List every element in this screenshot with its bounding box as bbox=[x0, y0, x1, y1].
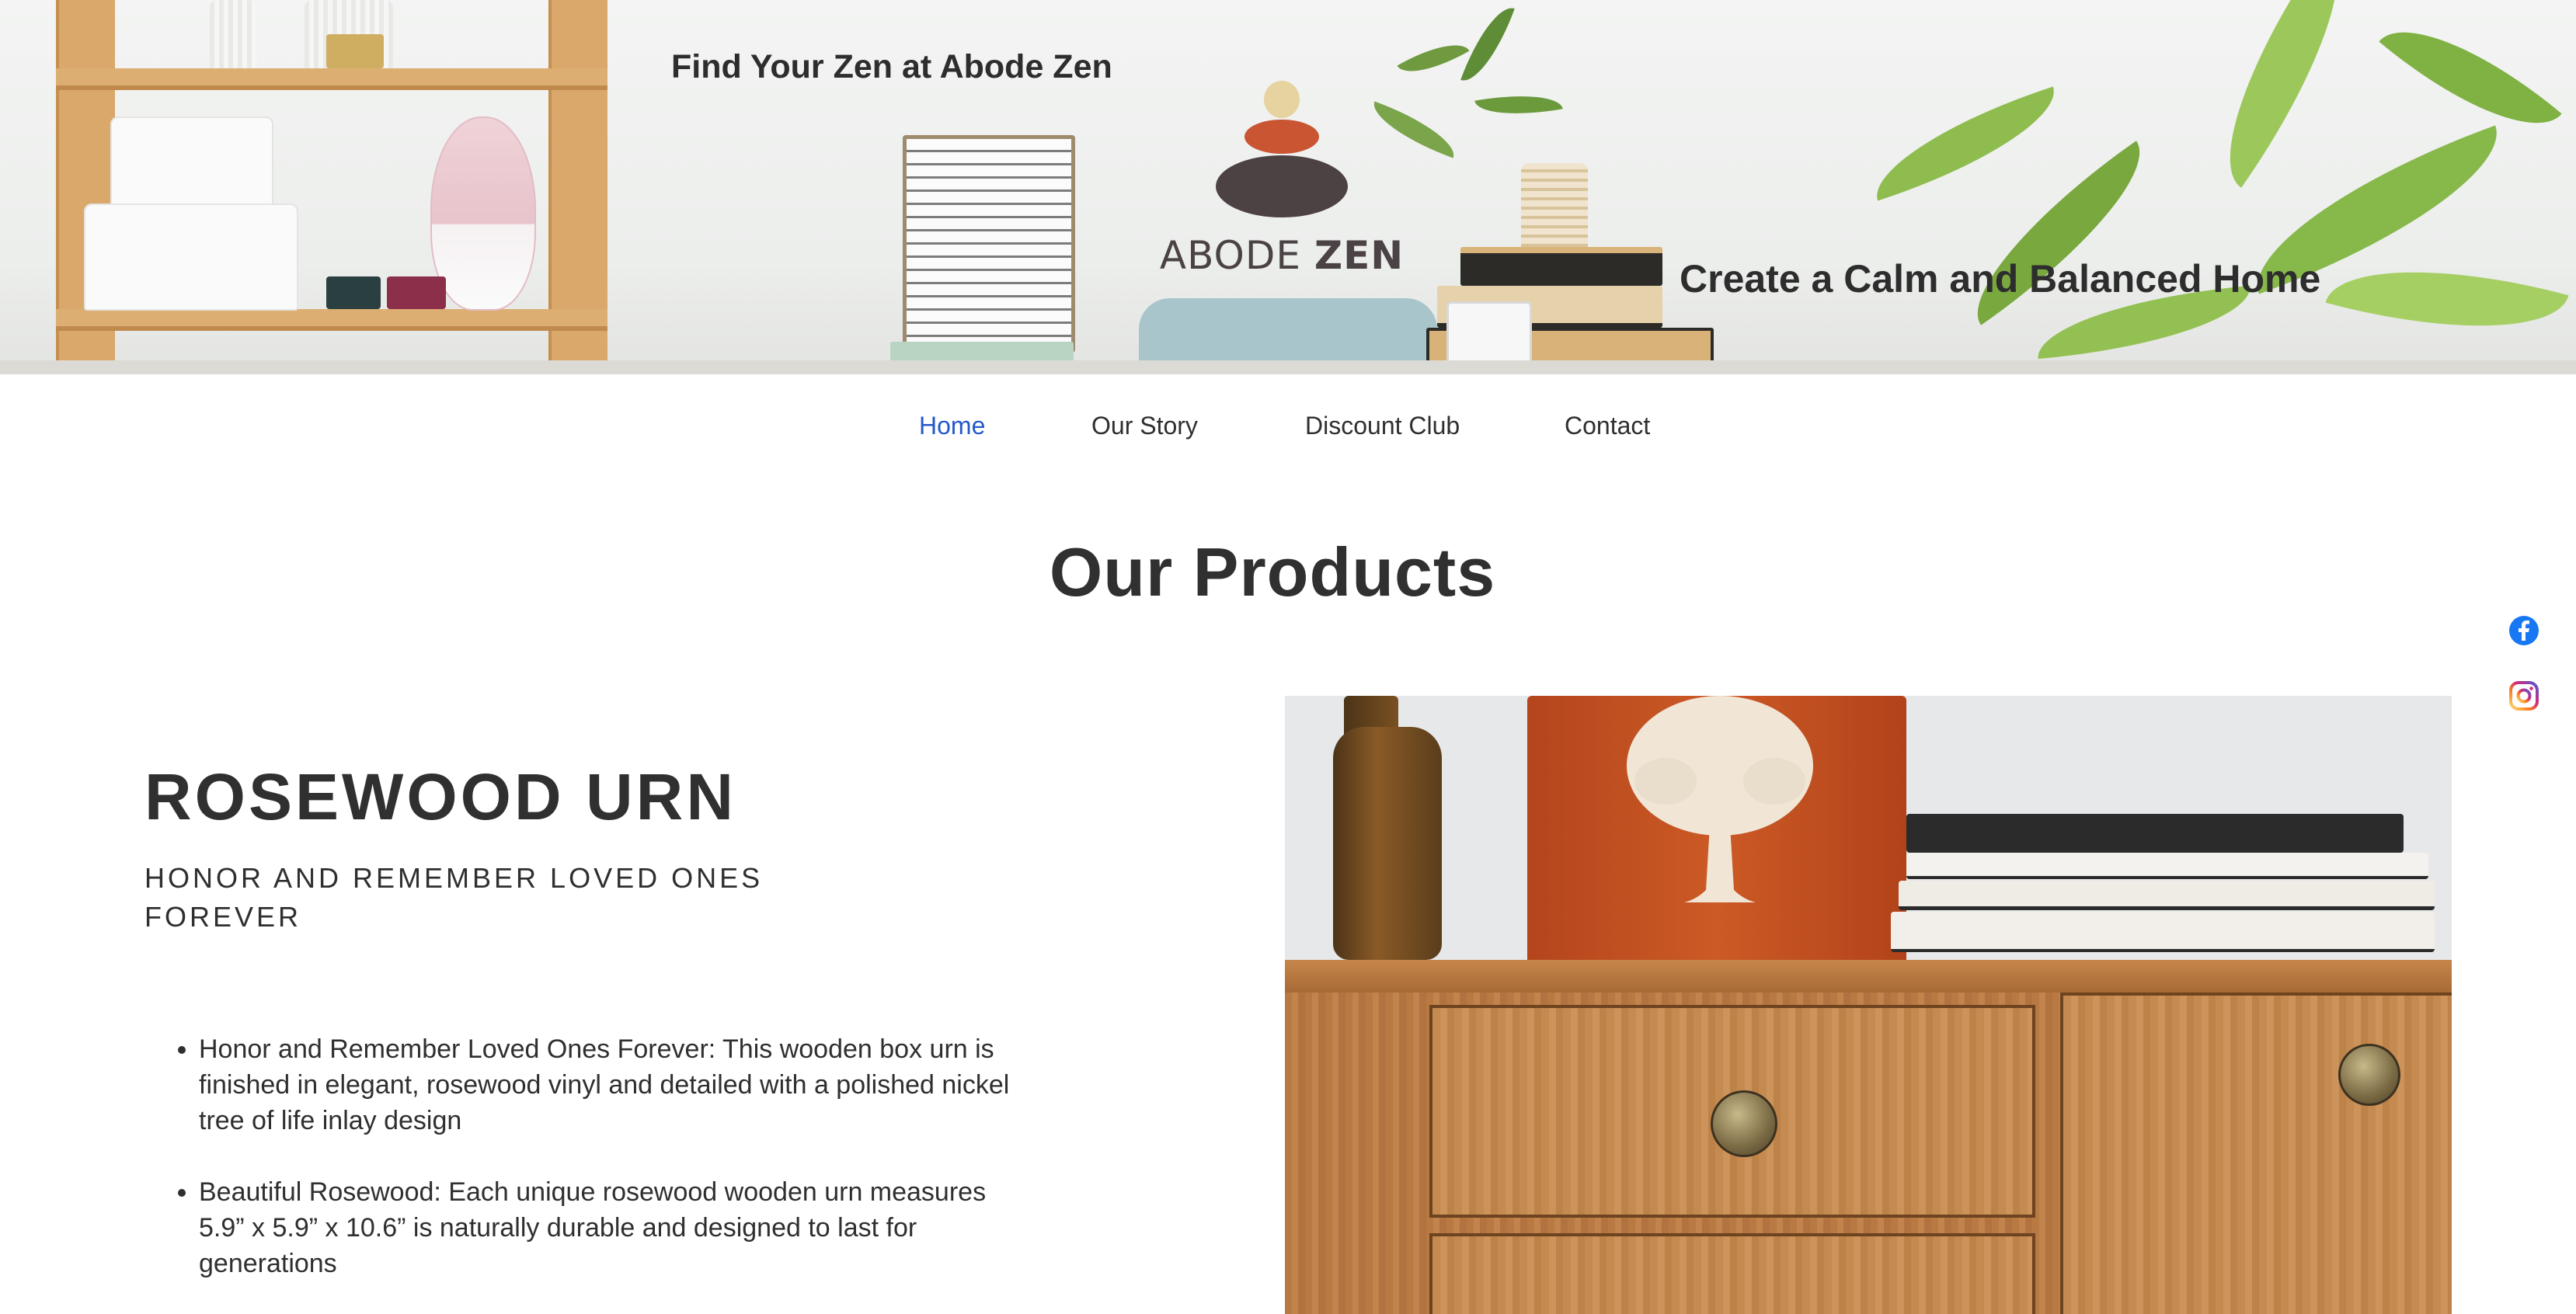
logo-stone bbox=[1244, 120, 1319, 154]
product-feature: Beautiful Rosewood: Each unique rosewood… bbox=[199, 1174, 1015, 1281]
logo-text: ABODE ZEN bbox=[1157, 233, 1406, 278]
hero-tagline-bottom: Create a Calm and Balanced Home bbox=[1680, 257, 2321, 301]
book-image bbox=[1899, 881, 2435, 910]
palm-leaf bbox=[2325, 235, 2569, 363]
dresser-drawer bbox=[1429, 1233, 2035, 1314]
logo-text-light: ABODE bbox=[1159, 233, 1314, 278]
palm-leaf bbox=[2184, 0, 2384, 188]
drawer-knob bbox=[2338, 1044, 2400, 1106]
drawer-knob bbox=[1711, 1090, 1777, 1157]
nav-item-discount-club[interactable]: Discount Club bbox=[1305, 412, 1460, 440]
chair-image bbox=[1139, 298, 1437, 368]
bottle-image bbox=[1333, 727, 1442, 960]
product-feature: Honor and Remember Loved Ones Forever: T… bbox=[199, 1031, 1015, 1138]
nav-item-our-story[interactable]: Our Story bbox=[1091, 412, 1198, 440]
pencil-cup-image bbox=[1521, 163, 1588, 247]
glass-jar-image bbox=[210, 0, 256, 68]
hero-tagline-top: Find Your Zen at Abode Zen bbox=[671, 48, 1112, 85]
palm-leaf bbox=[1861, 86, 2070, 201]
hero-banner: ABODE ZEN Find Your Zen at Abode Zen Cre… bbox=[0, 0, 2576, 374]
book-image bbox=[1906, 853, 2428, 879]
book-image bbox=[1460, 247, 1662, 286]
candle-image bbox=[387, 276, 446, 309]
storage-box-image bbox=[110, 116, 273, 213]
abode-zen-logo[interactable]: ABODE ZEN bbox=[1157, 78, 1406, 280]
floor-strip bbox=[0, 360, 2576, 374]
vase-image bbox=[430, 116, 536, 311]
tree-of-life-inlay bbox=[1627, 696, 1813, 902]
product-feature-list: Honor and Remember Loved Ones Forever: T… bbox=[199, 1031, 1015, 1314]
candle-image bbox=[326, 276, 381, 309]
shelf-board bbox=[56, 68, 607, 90]
dresser-top bbox=[1285, 960, 2452, 992]
nav-item-home[interactable]: Home bbox=[919, 412, 985, 440]
facebook-icon[interactable] bbox=[2508, 615, 2539, 646]
plant-leaf bbox=[1397, 30, 1470, 86]
logo-text-bold: ZEN bbox=[1314, 233, 1405, 278]
shelf-board bbox=[56, 309, 607, 331]
nav-item-contact[interactable]: Contact bbox=[1565, 412, 1650, 440]
product-image bbox=[1285, 696, 2452, 1314]
book-image bbox=[890, 342, 1074, 362]
logo-stone bbox=[1216, 155, 1348, 217]
candle-image bbox=[326, 34, 384, 68]
dresser-door bbox=[2060, 992, 2452, 1314]
plant-leaf bbox=[1460, 0, 1515, 89]
storage-box-image bbox=[84, 203, 298, 311]
logo-stone bbox=[1264, 81, 1300, 118]
product-subtitle: HONOR AND REMEMBER LOVED ONES FOREVER bbox=[144, 862, 764, 933]
page-title: Our Products bbox=[1049, 534, 1496, 610]
plant-leaf bbox=[1474, 85, 1563, 124]
instagram-icon[interactable] bbox=[2508, 680, 2539, 711]
book-image bbox=[1891, 912, 2435, 952]
clipboard-image bbox=[903, 135, 1075, 353]
main-nav: Home Our Story Discount Club Contact bbox=[0, 412, 2576, 443]
book-image bbox=[1906, 814, 2404, 853]
product-name: ROSEWOOD URN bbox=[144, 760, 736, 833]
